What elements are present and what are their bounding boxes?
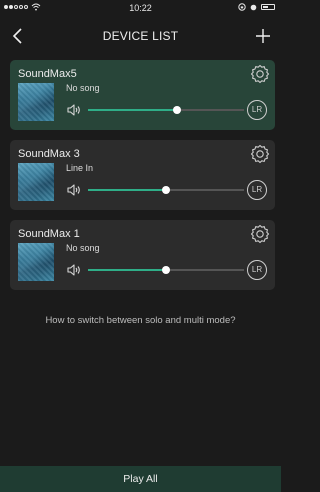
volume-slider[interactable] bbox=[88, 266, 244, 274]
plus-icon bbox=[256, 29, 270, 43]
add-device-button[interactable] bbox=[253, 26, 273, 46]
song-label: No song bbox=[66, 243, 100, 253]
play-all-button[interactable]: Play All bbox=[0, 466, 281, 492]
gear-icon[interactable] bbox=[250, 64, 270, 84]
gear-icon[interactable] bbox=[250, 224, 270, 244]
device-name: SoundMax 1 bbox=[18, 228, 80, 240]
volume-row: LR bbox=[66, 180, 267, 200]
song-label: Line In bbox=[66, 163, 94, 173]
volume-row: LR bbox=[66, 100, 267, 120]
lr-channel-button[interactable]: LR bbox=[247, 180, 267, 200]
battery-icon bbox=[261, 4, 275, 10]
device-name: SoundMax5 bbox=[18, 68, 77, 80]
lr-channel-button[interactable]: LR bbox=[247, 260, 267, 280]
lr-channel-button[interactable]: LR bbox=[247, 100, 267, 120]
volume-slider-fill bbox=[88, 269, 166, 271]
alarm-icon bbox=[250, 4, 257, 11]
device-card[interactable]: SoundMax 3 Line In LR bbox=[10, 140, 275, 210]
speaker-icon[interactable] bbox=[66, 263, 82, 277]
device-card[interactable]: SoundMax 1 No song LR bbox=[10, 220, 275, 290]
album-art bbox=[18, 243, 54, 281]
page-title: DEVICE LIST bbox=[102, 29, 179, 43]
song-label: No song bbox=[66, 83, 100, 93]
status-right bbox=[238, 3, 275, 11]
volume-slider-thumb[interactable] bbox=[162, 186, 170, 194]
album-art bbox=[18, 83, 54, 121]
volume-row: LR bbox=[66, 260, 267, 280]
device-card[interactable]: SoundMax5 No song LR bbox=[10, 60, 275, 130]
volume-slider[interactable] bbox=[88, 186, 244, 194]
gear-icon[interactable] bbox=[250, 144, 270, 164]
nav-bar: DEVICE LIST bbox=[0, 18, 281, 54]
speaker-icon[interactable] bbox=[66, 183, 82, 197]
speaker-icon[interactable] bbox=[66, 103, 82, 117]
volume-slider-fill bbox=[88, 189, 166, 191]
rotation-lock-icon bbox=[238, 3, 246, 11]
solo-multi-help-link[interactable]: How to switch between solo and multi mod… bbox=[0, 315, 281, 326]
volume-slider-fill bbox=[88, 109, 177, 111]
volume-slider-thumb[interactable] bbox=[172, 106, 181, 114]
album-art bbox=[18, 163, 54, 201]
volume-slider[interactable] bbox=[88, 106, 244, 114]
device-name: SoundMax 3 bbox=[18, 148, 80, 160]
status-bar: 10:22 bbox=[0, 0, 281, 16]
volume-slider-thumb[interactable] bbox=[162, 266, 170, 274]
